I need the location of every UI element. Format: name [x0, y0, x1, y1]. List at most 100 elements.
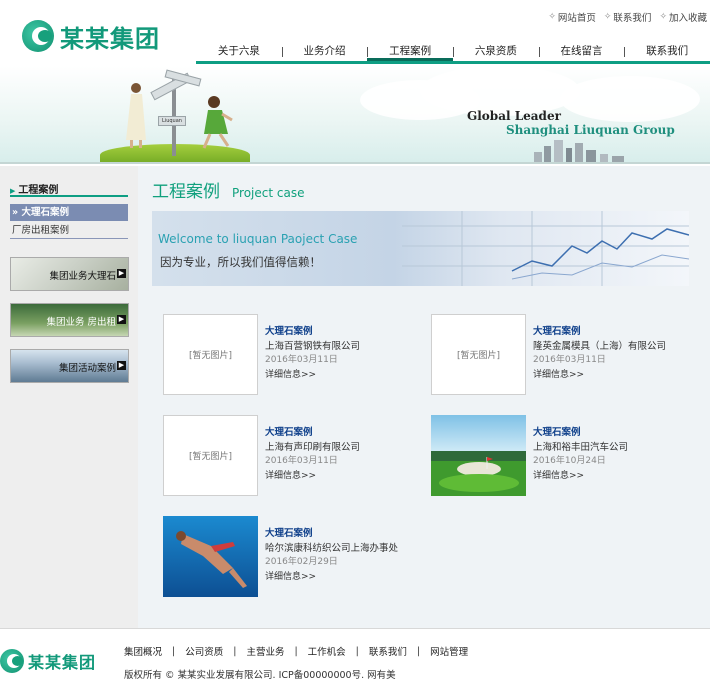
arrow-right-icon: ▶ — [117, 269, 126, 278]
star-icon: ✧ — [659, 12, 667, 22]
case-date: 2016年10月24日 — [533, 456, 606, 466]
footer-link-admin[interactable]: 网站管理 — [430, 644, 468, 658]
case-thumbnail[interactable]: [暂无图片] — [163, 415, 258, 496]
sidebar-item-rental[interactable]: 厂房出租案例 — [10, 222, 128, 239]
promo-label: 集团业务 房出租 — [46, 317, 116, 328]
case-title[interactable]: 大理石案例 — [265, 323, 313, 337]
footer-separator: | — [416, 645, 421, 657]
case-company: 上海百营钢铁有限公司 — [265, 341, 361, 352]
girl-standing-figure — [126, 83, 146, 148]
diver-image — [163, 516, 258, 597]
case-date: 2016年02月29日 — [265, 557, 338, 567]
case-thumbnail[interactable] — [163, 516, 258, 597]
case-title[interactable]: 大理石案例 — [533, 323, 581, 337]
logo-mark-icon — [0, 649, 24, 673]
cloud-shape — [560, 76, 700, 122]
toplink-label: 联系我们 — [613, 13, 652, 24]
sidebar-title-text: 工程案例 — [18, 185, 59, 196]
banner-slogan-line1: Global Leader — [467, 109, 561, 123]
page-title-en: Project case — [232, 186, 305, 200]
star-icon: ✧ — [548, 12, 556, 22]
banner-slogan-line2: Shanghai Liuquan Group — [506, 123, 675, 137]
case-date: 2016年03月11日 — [533, 355, 606, 365]
footer-separator: | — [233, 645, 237, 657]
copyright-text: 版权所有 © 某某实业发展有限公司. ICP备00000000号. 网有美 — [124, 670, 396, 681]
star-icon: ✧ — [603, 12, 612, 22]
footer-separator: | — [172, 645, 176, 657]
toplink-favorite[interactable]: ✧ 加入收藏 — [659, 10, 707, 24]
toplink-contact[interactable]: ✧ 联系我们 — [604, 10, 652, 24]
case-card: 大理石案例 哈尔滨康科纺织公司上海办事处 2016年02月29日 详细信息>> — [163, 516, 413, 598]
sign-small: Liuquan — [158, 116, 186, 126]
arrow-right-icon: ▶ — [117, 361, 126, 370]
footer-link-business[interactable]: 主营业务 — [246, 644, 284, 658]
logo-mark-icon — [22, 20, 54, 52]
toplink-label: 加入收藏 — [668, 13, 707, 24]
main-content: 工程案例 Project case Welcome to liuquan Pao… — [138, 166, 710, 628]
toplink-label: 网站首页 — [557, 13, 596, 24]
nav-qualification[interactable]: 六泉资质 — [453, 42, 539, 61]
case-thumbnail[interactable]: [暂无图片] — [431, 314, 526, 395]
case-card: 大理石案例 上海和裕丰田汽车公司 2016年10月24日 详细信息>> — [431, 415, 681, 497]
toplink-home[interactable]: ✧ 网站首页 — [548, 10, 596, 24]
case-date: 2016年03月11日 — [265, 355, 338, 365]
girl-running-figure — [202, 96, 233, 149]
sidebar-promo-marble[interactable]: 集团业务大理石 ▶ — [10, 257, 129, 291]
city-skyline — [534, 140, 624, 162]
footer-links: 集团概况 | 公司资质 | 主营业务 | 工作机会 | 联系我们 | 网站管理 — [124, 644, 468, 659]
top-links: ✧ 网站首页 ✧ 联系我们 ✧ 加入收藏 — [548, 10, 707, 24]
nav-about[interactable]: 关于六泉 — [196, 42, 282, 61]
case-title[interactable]: 大理石案例 — [265, 424, 313, 438]
footer-separator: | — [294, 645, 298, 657]
arrow-right-icon: ▶ — [117, 315, 126, 324]
case-card: [暂无图片] 大理石案例 隆英金属模具（上海）有限公司 2016年03月11日 … — [431, 314, 681, 396]
nav-message[interactable]: 在线留言 — [538, 42, 625, 61]
footer-link-overview[interactable]: 集团概况 — [124, 644, 162, 658]
site-footer: 某某集团 集团概况 | 公司资质 | 主营业务 | 工作机会 | 联系我们 | … — [0, 628, 710, 687]
sidebar-title: ▶ 工程案例 — [10, 181, 128, 197]
sidebar-item-marble[interactable]: » 大理石案例 — [10, 204, 128, 221]
footer-link-qualification[interactable]: 公司资质 — [185, 644, 223, 658]
nav-business[interactable]: 业务介绍 — [281, 42, 368, 61]
hero-banner: Liuquan Global Leader Shanghai Liuquan G… — [0, 66, 710, 164]
case-card: [暂无图片] 大理石案例 上海有声印刷有限公司 2016年03月11日 详细信息… — [163, 415, 413, 497]
case-banner-en: Welcome to liuquan Paoject Case — [158, 232, 358, 246]
case-detail-link[interactable]: 详细信息>> — [533, 468, 584, 481]
case-thumbnail[interactable]: [暂无图片] — [163, 314, 258, 395]
case-company: 哈尔滨康科纺织公司上海办事处 — [265, 543, 399, 554]
no-image-label: [暂无图片] — [188, 351, 233, 361]
sidebar-item-label: 大理石案例 — [21, 207, 69, 218]
no-image-label: [暂无图片] — [456, 351, 501, 361]
footer-link-jobs[interactable]: 工作机会 — [308, 644, 346, 658]
footer-separator: | — [355, 645, 359, 657]
case-title[interactable]: 大理石案例 — [265, 525, 313, 539]
case-detail-link[interactable]: 详细信息>> — [265, 468, 316, 481]
site-header: 某某集团 ✧ 网站首页 ✧ 联系我们 ✧ 加入收藏 关于六泉 业务介绍 工程案例… — [0, 0, 710, 66]
site-logo[interactable]: 某某集团 — [22, 20, 160, 53]
case-date: 2016年03月11日 — [265, 456, 338, 466]
sidebar-promo-rental[interactable]: 集团业务 房出租 ▶ — [10, 303, 129, 337]
case-banner: Welcome to liuquan Paoject Case 因为专业，所以我… — [152, 211, 689, 286]
triangle-icon: ▶ — [10, 187, 16, 195]
nav-cases[interactable]: 工程案例 — [367, 42, 454, 61]
sidebar: ▶ 工程案例 » 大理石案例 厂房出租案例 集团业务大理石 ▶ 集团业务 房出租 … — [0, 166, 138, 628]
chart-graphic — [402, 211, 689, 286]
case-detail-link[interactable]: 详细信息>> — [265, 569, 316, 582]
case-banner-cn: 因为专业，所以我们值得信赖！ — [160, 255, 321, 269]
golf-course-image — [431, 415, 526, 496]
case-company: 隆英金属模具（上海）有限公司 — [533, 341, 667, 352]
main-nav: 关于六泉 业务介绍 工程案例 六泉资质 在线留言 联系我们 — [196, 42, 710, 64]
footer-link-contact[interactable]: 联系我们 — [369, 644, 407, 658]
case-company: 上海有声印刷有限公司 — [265, 442, 361, 453]
sidebar-promo-events[interactable]: 集团活动案例 ▶ — [10, 349, 129, 383]
case-company: 上海和裕丰田汽车公司 — [533, 442, 629, 453]
promo-label: 集团业务大理石 — [49, 271, 116, 282]
logo-text: 某某集团 — [60, 23, 160, 53]
footer-logo[interactable]: 某某集团 — [0, 649, 96, 673]
case-detail-link[interactable]: 详细信息>> — [533, 367, 584, 380]
case-title[interactable]: 大理石案例 — [533, 424, 581, 438]
nav-contact[interactable]: 联系我们 — [624, 42, 710, 61]
case-thumbnail[interactable] — [431, 415, 526, 496]
case-detail-link[interactable]: 详细信息>> — [265, 367, 316, 380]
footer-logo-text: 某某集团 — [28, 653, 97, 672]
